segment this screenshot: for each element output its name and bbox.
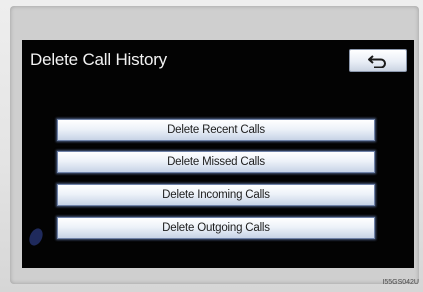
display-screen: Delete Call History Delete Recent Calls …	[22, 40, 414, 268]
delete-outgoing-calls-button[interactable]: Delete Outgoing Calls	[57, 217, 375, 239]
return-arrow-icon	[368, 54, 386, 68]
button-label: Delete Missed Calls	[167, 156, 265, 168]
page-title: Delete Call History	[30, 50, 167, 69]
device-photo: Delete Call History Delete Recent Calls …	[0, 0, 423, 292]
delete-incoming-calls-button[interactable]: Delete Incoming Calls	[57, 184, 375, 206]
button-label: Delete Incoming Calls	[162, 189, 270, 201]
figure-code: I55GS042U	[382, 279, 419, 286]
delete-missed-calls-button[interactable]: Delete Missed Calls	[57, 151, 375, 173]
button-label: Delete Recent Calls	[167, 124, 265, 136]
delete-recent-calls-button[interactable]: Delete Recent Calls	[57, 119, 375, 141]
back-button[interactable]	[349, 49, 407, 72]
button-label: Delete Outgoing Calls	[162, 222, 270, 234]
